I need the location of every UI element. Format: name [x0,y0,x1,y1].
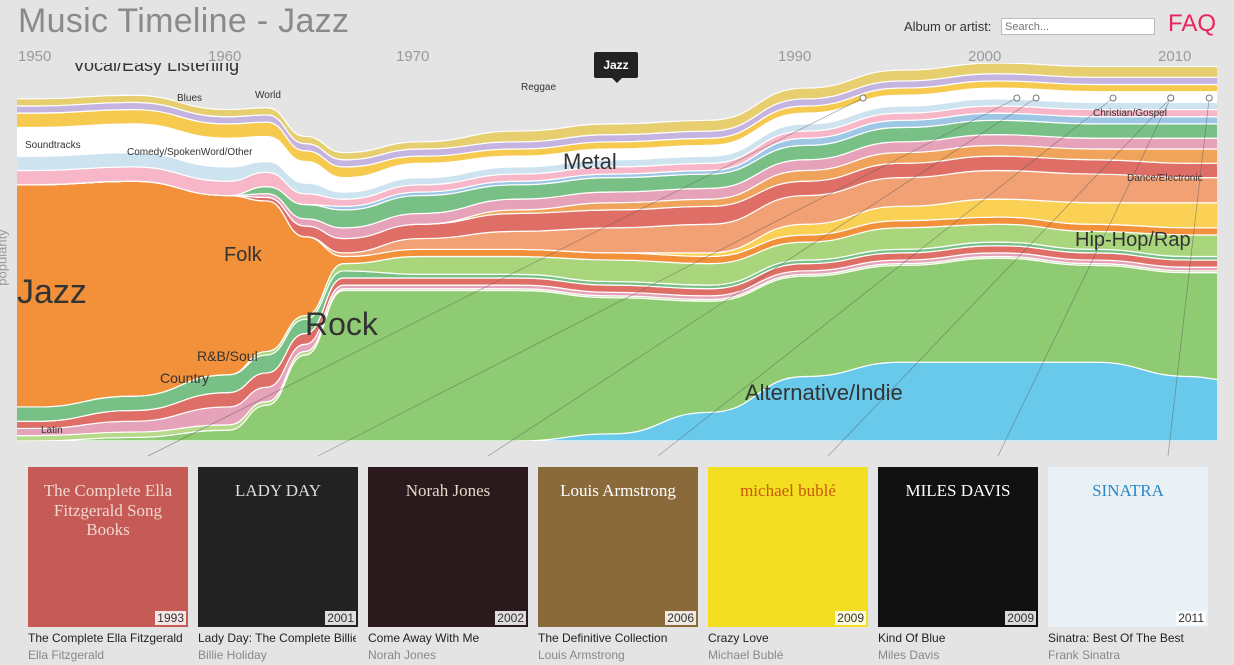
genre-label: Hip-Hop/Rap [1075,229,1191,251]
album-year-badge: 2006 [665,611,696,625]
album-title[interactable]: Lady Day: The Complete Billie Holiday On… [198,631,356,645]
y-axis-label: popularity [0,229,10,286]
album-card[interactable]: Louis Armstrong 2006 The Definitive Collec… [538,467,698,662]
faq-link[interactable]: FAQ [1168,10,1216,38]
tooltip-arrow [611,77,623,83]
streamgraph-container[interactable]: Vocal/Easy Listening Blues World Reggae Soun… [17,63,1217,441]
genre-label: Blues [177,93,202,104]
album-title[interactable]: Come Away With Me [368,631,526,645]
album-year-badge: 2011 [1176,611,1206,625]
cover-art-text: SINATRA [1092,481,1164,500]
album-card[interactable]: MILES DAVIS 2009 Kind Of Blue Miles Davis [878,467,1038,662]
album-title[interactable]: Kind Of Blue [878,631,1036,645]
album-card[interactable]: LADY DAY 2001 Lady Day: The Complete Billi… [198,467,358,662]
album-artist[interactable]: Miles Davis [878,648,1038,662]
cover-art-text: michael bublé [740,481,836,500]
genre-label: World [255,90,281,101]
album-year-badge: 2002 [495,611,526,625]
genre-label: Folk [224,244,263,266]
album-cover[interactable]: michael bublé 2009 [708,467,868,627]
genre-label: Jazz [17,273,87,311]
streamgraph[interactable]: Vocal/Easy Listening Blues World Reggae Soun… [17,63,1217,441]
album-artist[interactable]: Louis Armstrong [538,648,698,662]
cover-art-text: Louis Armstrong [560,481,676,500]
cover-art-text: LADY DAY [234,481,322,500]
album-title[interactable]: The Definitive Collection [538,631,696,645]
genre-label: Christian/Gospel [1093,108,1167,119]
album-artist[interactable]: Frank Sinatra [1048,648,1208,662]
genre-label: R&B/Soul [197,348,258,364]
album-year-badge: 1993 [155,611,186,625]
genre-label: Metal [563,149,617,174]
album-title[interactable]: Sinatra: Best Of The Best [1048,631,1206,645]
album-cover[interactable]: Norah Jones 2002 [368,467,528,627]
album-cover[interactable]: MILES DAVIS 2009 [878,467,1038,627]
genre-tooltip: Jazz [594,52,638,78]
genre-label: Vocal/Easy Listening [73,63,239,75]
album-year-badge: 2009 [835,611,866,625]
search-label: Album or artist: [904,19,992,34]
genre-label: Alternative/Indie [745,380,903,405]
album-artist[interactable]: Norah Jones [368,648,528,662]
genre-label: Latin [41,425,63,436]
cover-art-text: Norah Jones [405,481,491,500]
genre-label: Comedy/SpokenWord/Other [127,147,253,158]
genre-label: Dance/Electronic [1127,173,1203,184]
album-artist[interactable]: Ella Fitzgerald [28,648,188,662]
genre-label: Country [160,370,209,386]
album-card[interactable]: SINATRA 2011 Sinatra: Best Of The Best Fran… [1048,467,1208,662]
album-cover[interactable]: SINATRA 2011 [1048,467,1208,627]
search-input[interactable] [1001,18,1155,35]
album-card[interactable]: michael bublé 2009 Crazy Love Michael Bublé [708,467,868,662]
album-card[interactable]: Norah Jones 2002 Come Away With Me Norah Jo… [368,467,528,662]
cover-art-text: The Complete Ella Fitzgerald Song Books [43,481,173,540]
album-cover[interactable]: LADY DAY 2001 [198,467,358,627]
album-artist[interactable]: Billie Holiday [198,648,358,662]
app-title: Music Timeline - Jazz [18,2,350,40]
album-card[interactable]: The Complete Ella Fitzgerald Song Books 1… [28,467,188,662]
album-cover[interactable]: The Complete Ella Fitzgerald Song Books 1… [28,467,188,627]
cover-art-text: MILES DAVIS [905,481,1011,500]
genre-label: Reggae [521,82,556,93]
album-cover[interactable]: Louis Armstrong 2006 [538,467,698,627]
album-year-badge: 2009 [1005,611,1036,625]
album-title[interactable]: Crazy Love [708,631,866,645]
album-artist[interactable]: Michael Bublé [708,648,868,662]
album-title[interactable]: The Complete Ella Fitzgerald Song Books [28,631,186,645]
genre-label: Soundtracks [25,140,81,151]
genre-label: Rock [305,306,379,342]
album-year-badge: 2001 [325,611,356,625]
